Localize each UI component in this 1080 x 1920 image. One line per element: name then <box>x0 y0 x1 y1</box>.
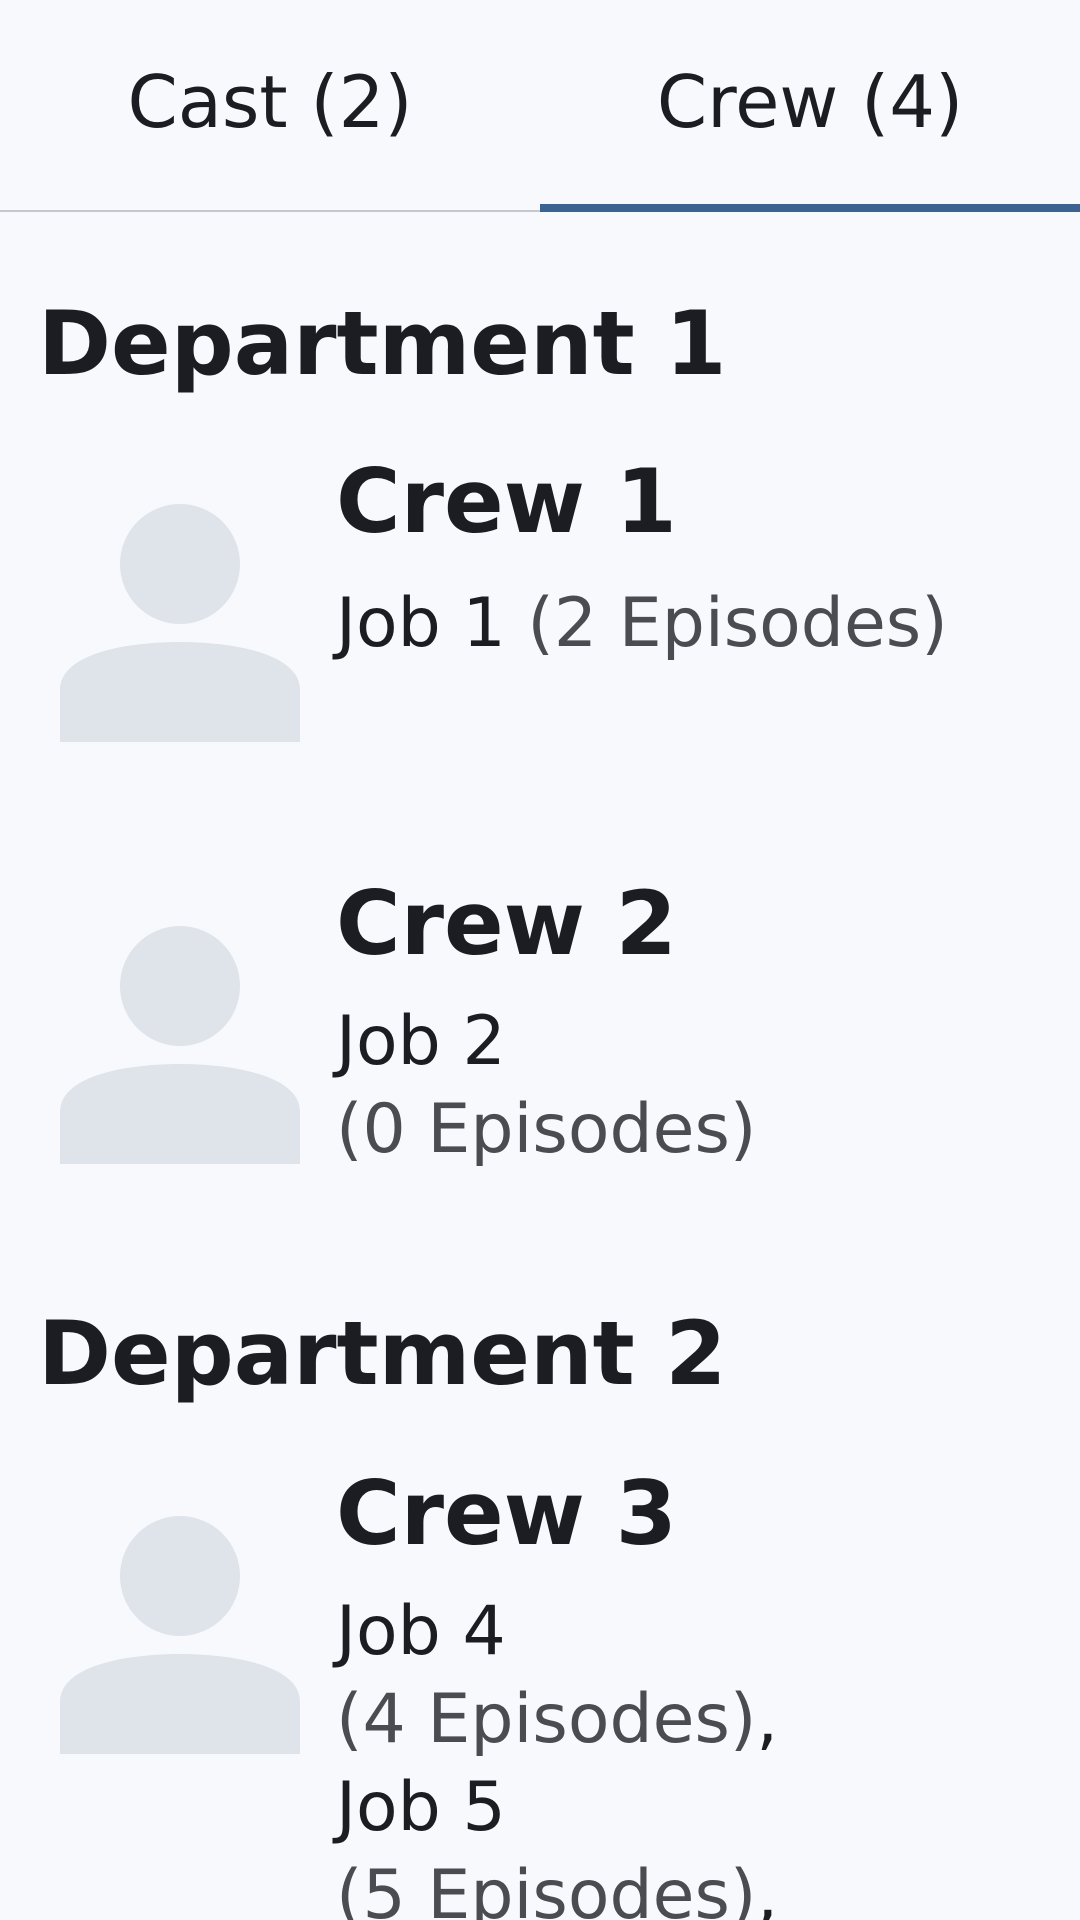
crew-jobs: Job 4 (4 Episodes), Job 5 (5 Episodes), <box>336 1588 1036 1920</box>
job-title: Job 4 <box>336 1592 506 1671</box>
crew-list-item[interactable]: Crew 3 Job 4 (4 Episodes), Job 5 (5 Epis… <box>0 1462 1080 1920</box>
department-title: Department 1 <box>38 292 727 395</box>
person-placeholder-icon <box>60 926 300 1164</box>
job-separator: , <box>756 1680 779 1759</box>
job-title: Job 5 <box>336 1768 506 1847</box>
job-separator: , <box>756 1856 779 1920</box>
tab-cast-label: Cast (2) <box>127 60 413 144</box>
tab-crew[interactable]: Crew (4) <box>540 0 1080 212</box>
episode-count: (4 Episodes) <box>336 1680 757 1759</box>
job-title: Job 2 <box>336 1002 506 1081</box>
crew-list-item[interactable]: Crew 1 Job 1 (2 Episodes) <box>0 450 1080 780</box>
episode-count: (0 Episodes) <box>336 1090 757 1169</box>
tab-bar: Cast (2) Crew (4) <box>0 0 1080 212</box>
crew-name: Crew 2 <box>336 872 677 975</box>
tab-cast[interactable]: Cast (2) <box>0 0 540 210</box>
tab-crew-label: Crew (4) <box>656 60 964 144</box>
person-placeholder-icon <box>60 504 300 742</box>
job-title: Job 1 <box>336 584 506 663</box>
crew-jobs: Job 2 (0 Episodes) <box>336 998 1036 1174</box>
crew-jobs: Job 1 (2 Episodes) <box>336 580 1056 668</box>
department-title: Department 2 <box>38 1302 727 1405</box>
person-placeholder-icon <box>60 1516 300 1754</box>
episode-count: (2 Episodes) <box>527 584 948 663</box>
episode-count: (5 Episodes) <box>336 1856 757 1920</box>
crew-list-item[interactable]: Crew 2 Job 2 (0 Episodes) <box>0 872 1080 1202</box>
crew-name: Crew 3 <box>336 1462 677 1565</box>
crew-name: Crew 1 <box>336 450 677 553</box>
crew-screen: Cast (2) Crew (4) Department 1 Crew 1 Jo… <box>0 0 1080 1920</box>
